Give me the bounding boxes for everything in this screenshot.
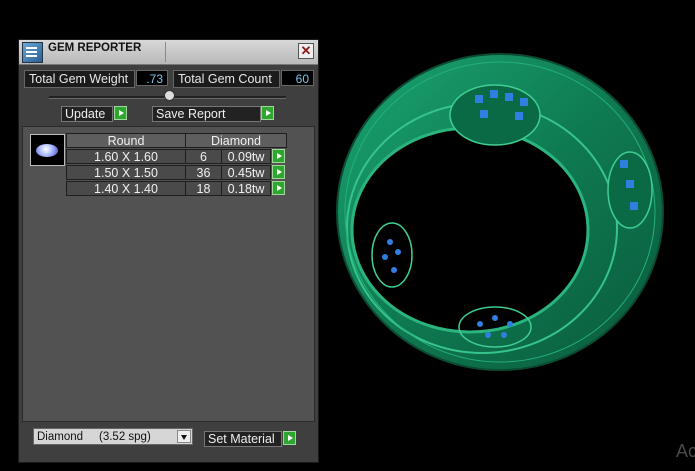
watermark: Ac <box>676 441 695 461</box>
row-count: 6 <box>185 149 222 164</box>
save-report-button[interactable] <box>261 106 274 120</box>
row-size: 1.50 X 1.50 <box>66 165 186 180</box>
row-size: 1.60 X 1.60 <box>66 149 186 164</box>
save-report-button-label[interactable]: Save Report <box>152 106 261 122</box>
window-title: GEM REPORTER <box>48 42 142 54</box>
update-button-label[interactable]: Update <box>61 106 113 122</box>
total-gem-count-label: Total Gem Count <box>173 70 280 88</box>
title-bar[interactable]: GEM REPORTER ✕ <box>19 40 318 65</box>
total-gem-weight-label: Total Gem Weight <box>24 70 135 88</box>
row-select-button[interactable] <box>272 165 285 179</box>
material-select[interactable]: Diamond (3.52 spg) <box>33 428 193 445</box>
round-gem-icon[interactable] <box>30 134 65 166</box>
material-select-value: Diamond (3.52 spg) <box>37 431 151 443</box>
update-button[interactable] <box>114 106 127 120</box>
slider-handle[interactable] <box>164 90 175 101</box>
row-weight: 0.45tw <box>221 165 271 180</box>
gem-reporter-panel: GEM REPORTER ✕ Total Gem Weight .73 Tota… <box>18 39 319 463</box>
row-count: 36 <box>185 165 222 180</box>
row-weight: 0.09tw <box>221 149 271 164</box>
gem-reporter-app-icon <box>22 42 43 63</box>
title-separator <box>165 42 166 62</box>
header-shape: Round <box>66 133 186 148</box>
total-gem-weight-value: .73 <box>136 70 168 86</box>
row-select-button[interactable] <box>272 149 285 163</box>
close-icon[interactable]: ✕ <box>298 43 314 59</box>
material-bar: Diamond (3.52 spg) Set Material <box>19 422 318 462</box>
row-select-button[interactable] <box>272 181 285 195</box>
header-material: Diamond <box>185 133 287 148</box>
row-count: 18 <box>185 181 222 196</box>
set-material-button-label[interactable]: Set Material <box>204 431 282 447</box>
row-weight: 0.18tw <box>221 181 271 196</box>
row-size: 1.40 X 1.40 <box>66 181 186 196</box>
ring-model <box>336 53 664 371</box>
dropdown-arrow-icon[interactable] <box>177 430 191 443</box>
total-gem-count-value: 60 <box>281 70 314 86</box>
set-material-button[interactable] <box>283 431 296 445</box>
ring-3d-viewport[interactable] <box>330 40 670 380</box>
gem-list: Round Diamond 1.60 X 1.60 6 0.09tw 1.50 … <box>22 126 315 422</box>
